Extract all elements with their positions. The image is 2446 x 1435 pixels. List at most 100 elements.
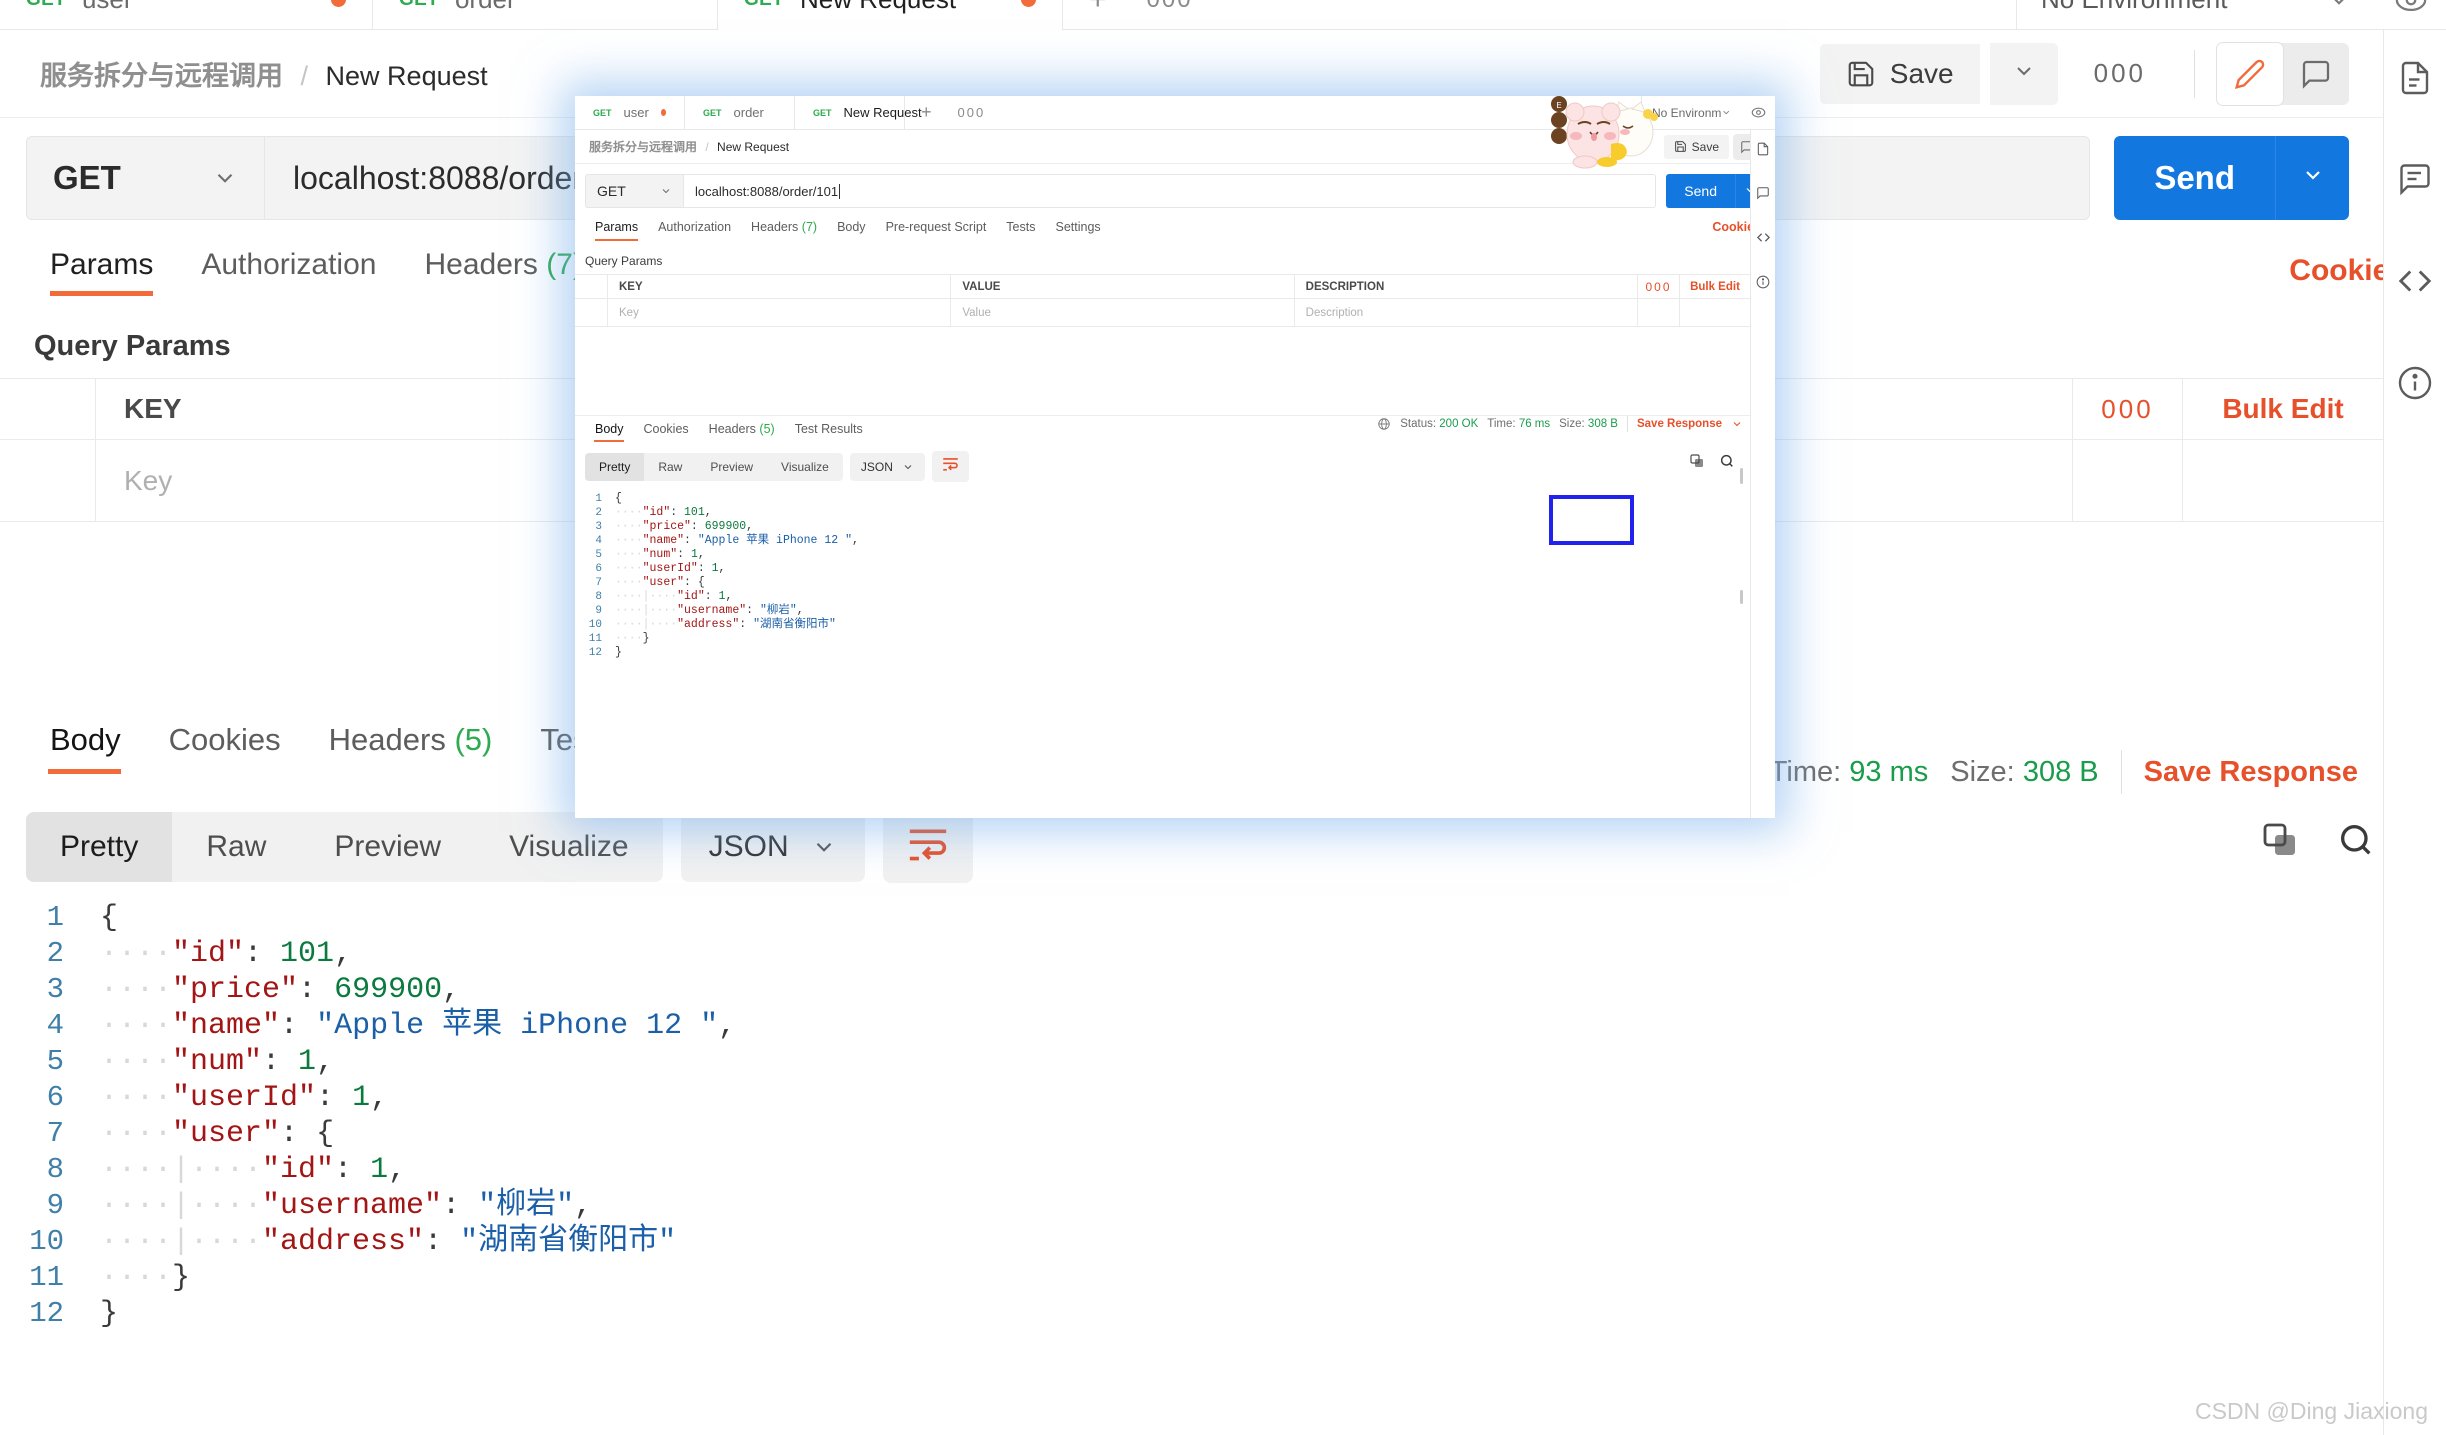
inset-view-mode-visualize[interactable]: Visualize <box>767 453 843 481</box>
send-button[interactable]: Send <box>2114 136 2275 220</box>
tab-label: Headers <box>709 422 756 436</box>
inset-http-method-select[interactable]: GET <box>585 174 683 208</box>
inset-request-tab-user[interactable]: GET user <box>575 96 685 129</box>
select-all-checkbox-cell[interactable] <box>0 379 96 439</box>
inset-tab-params[interactable]: Params <box>585 218 648 234</box>
search-icon[interactable] <box>1719 453 1735 469</box>
response-tab-body[interactable]: Body <box>26 718 145 758</box>
format-select[interactable]: JSON <box>681 812 865 882</box>
select-all-checkbox-cell[interactable] <box>575 275 608 298</box>
code-text: ····"id": 101, <box>100 936 352 972</box>
code-line: 6····"userId": 1, <box>575 562 1775 576</box>
inset-tab-pre-request-script[interactable]: Pre-request Script <box>876 218 997 234</box>
inset-send-button[interactable]: Send <box>1666 174 1735 208</box>
breadcrumb-collection[interactable]: 服务拆分与远程调用 <box>40 61 283 91</box>
tab-overflow-button[interactable]: 000 <box>1133 0 1207 14</box>
value-input[interactable]: Value <box>951 299 1294 326</box>
comment-icon[interactable] <box>2397 161 2433 202</box>
inset-view-mode-pretty[interactable]: Pretty <box>585 453 644 481</box>
table-row: Key Value Description <box>575 299 1750 327</box>
time-label: Time: <box>1487 418 1515 430</box>
search-icon[interactable] <box>2336 820 2376 860</box>
more-actions-button[interactable]: 000 <box>2068 58 2172 89</box>
inset-tab-authorization[interactable]: Authorization <box>648 218 741 234</box>
request-tab-user[interactable]: GET user <box>0 0 373 30</box>
code-icon[interactable] <box>2396 262 2434 305</box>
inset-tab-settings[interactable]: Settings <box>1045 218 1110 234</box>
inset-scrollbar-thumb-bottom[interactable] <box>1740 590 1743 604</box>
inset-save-response-button[interactable]: Save Response <box>1637 418 1722 430</box>
code-line: 8····|····"id": 1, <box>575 590 1775 604</box>
inset-response-tab-cookies[interactable]: Cookies <box>634 422 699 436</box>
row-spacer2 <box>1680 299 1750 326</box>
inset-tab-body[interactable]: Body <box>827 218 876 234</box>
view-mode-pretty[interactable]: Pretty <box>26 812 172 882</box>
query-params-title: Query Params <box>34 330 231 363</box>
tab-label: Body <box>837 220 866 234</box>
inset-environment-quick-look-button[interactable] <box>1741 96 1775 129</box>
inset-tab-tests[interactable]: Tests <box>996 218 1045 234</box>
send-options-button[interactable] <box>2275 136 2349 220</box>
description-input[interactable]: Description <box>1295 299 1638 326</box>
tab-method-label: GET <box>593 108 612 118</box>
bulk-edit-button[interactable]: Bulk Edit <box>1680 275 1750 298</box>
comment-icon[interactable] <box>1756 186 1770 205</box>
inset-request-tab-new-request[interactable]: GET New Request <box>795 96 905 129</box>
inset-save-button[interactable]: Save <box>1664 135 1729 159</box>
http-method-select[interactable]: GET <box>26 136 264 220</box>
request-tab-new-request[interactable]: GET New Request <box>718 0 1063 30</box>
size-value: 308 B <box>1588 418 1618 430</box>
inset-url-input[interactable]: localhost:8088/order/101 <box>683 174 1656 208</box>
environment-quick-look-button[interactable] <box>2376 0 2446 17</box>
inset-view-mode-raw[interactable]: Raw <box>644 453 696 481</box>
edit-mode-button[interactable] <box>2217 43 2283 105</box>
row-checkbox-cell[interactable] <box>575 299 608 326</box>
save-button-label: Save <box>1890 58 1954 90</box>
line-number: 5 <box>0 1044 100 1080</box>
request-tab-order[interactable]: GET order <box>373 0 718 30</box>
row-checkbox-cell[interactable] <box>0 440 96 521</box>
new-tab-button[interactable]: + <box>1063 0 1133 17</box>
inset-tab-headers[interactable]: Headers (7) <box>741 218 827 234</box>
inset-request-tab-order[interactable]: GET order <box>685 96 795 129</box>
inset-tab-overflow-button[interactable]: 000 <box>948 96 996 129</box>
inset-response-tab-test-results[interactable]: Test Results <box>785 422 873 436</box>
inset-response-tab-headers[interactable]: Headers (5) <box>699 422 785 436</box>
line-number: 9 <box>0 1188 100 1224</box>
bulk-edit-button[interactable]: Bulk Edit <box>2183 379 2383 439</box>
chevron-down-icon[interactable] <box>1731 418 1743 430</box>
inset-new-tab-button[interactable]: + <box>905 96 948 129</box>
save-response-button[interactable]: Save Response <box>2144 756 2358 789</box>
response-tab-cookies[interactable]: Cookies <box>145 718 305 758</box>
table-options-button[interactable]: 000 <box>2073 379 2183 439</box>
copy-icon[interactable] <box>1689 453 1705 469</box>
table-options-button[interactable]: 000 <box>1638 275 1680 298</box>
tab-authorization[interactable]: Authorization <box>177 240 400 282</box>
tab-params[interactable]: Params <box>26 240 177 282</box>
inset-view-mode-preview[interactable]: Preview <box>696 453 767 481</box>
response-body-code[interactable]: 1{2····"id": 101,3····"price": 699900,4·… <box>0 900 2383 1380</box>
view-mode-preview[interactable]: Preview <box>300 812 475 882</box>
save-button[interactable]: Save <box>1820 44 1980 104</box>
inset-format-select[interactable]: JSON <box>850 453 925 481</box>
response-tab-headers[interactable]: Headers (5) <box>305 718 517 758</box>
documentation-icon[interactable] <box>1756 142 1770 161</box>
inset-right-sidebar <box>1750 130 1775 818</box>
copy-icon[interactable] <box>2260 820 2300 860</box>
info-icon[interactable] <box>2397 365 2433 406</box>
word-wrap-button[interactable] <box>883 810 973 883</box>
key-input[interactable]: Key <box>608 299 951 326</box>
view-mode-raw[interactable]: Raw <box>172 812 300 882</box>
inset-scrollbar-thumb-top[interactable] <box>1740 468 1743 484</box>
view-mode-visualize[interactable]: Visualize <box>475 812 663 882</box>
environment-selector[interactable]: No Environment <box>2016 0 2376 30</box>
save-options-button[interactable] <box>1990 43 2058 105</box>
info-icon[interactable] <box>1756 275 1770 294</box>
inset-response-tab-body[interactable]: Body <box>585 422 634 436</box>
breadcrumb-collection[interactable]: 服务拆分与远程调用 <box>589 140 697 154</box>
postman-inset-window[interactable]: GET user GET order GET New Request + 000… <box>575 96 1775 818</box>
code-icon[interactable] <box>1756 230 1771 250</box>
documentation-icon[interactable] <box>2397 60 2433 101</box>
inset-word-wrap-button[interactable] <box>932 451 969 482</box>
comment-button[interactable] <box>2283 43 2349 105</box>
